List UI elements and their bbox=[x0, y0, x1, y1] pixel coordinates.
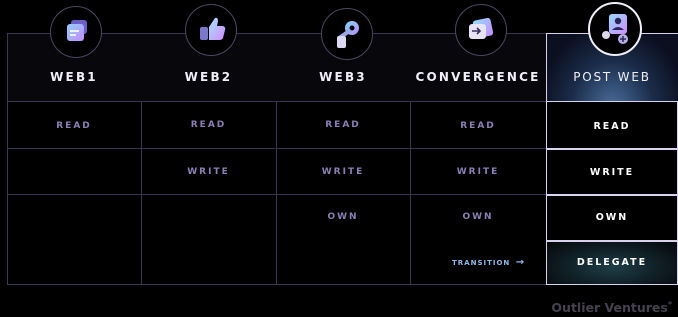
post-web-delegate-label: DELEGATE bbox=[576, 257, 648, 268]
arrow-right-icon: → bbox=[515, 257, 526, 268]
post-web-write-label: WRITE bbox=[589, 167, 635, 178]
header-post-web: POST WEB bbox=[573, 70, 651, 84]
transition-indicator: TRANSITION → bbox=[452, 257, 525, 268]
header-web1: WEB1 bbox=[50, 70, 98, 84]
web2-read-label: READ bbox=[190, 120, 227, 130]
stacked-cards-icon bbox=[50, 6, 102, 58]
convergence-own-label: OWN bbox=[462, 212, 494, 222]
web1-read-label: READ bbox=[56, 121, 92, 131]
transition-label: TRANSITION bbox=[452, 259, 511, 267]
web3-read-label: READ bbox=[325, 120, 361, 130]
post-web-own-label: OWN bbox=[595, 212, 629, 223]
brand-name: Outlier Ventures bbox=[551, 300, 668, 315]
header-convergence: CONVERGENCE bbox=[415, 70, 541, 84]
post-web-read-label: READ bbox=[593, 121, 631, 132]
brand-mark: * bbox=[667, 300, 672, 309]
arrow-card-icon bbox=[455, 4, 507, 56]
thumbs-up-icon bbox=[185, 4, 237, 56]
convergence-read-label: READ bbox=[460, 121, 496, 131]
web2-write-label: WRITE bbox=[187, 167, 230, 177]
header-web3: WEB3 bbox=[319, 70, 367, 84]
key-icon bbox=[321, 8, 373, 60]
header-web2: WEB2 bbox=[184, 70, 233, 84]
user-group-icon bbox=[588, 2, 642, 56]
brand-logo: Outlier Ventures* bbox=[551, 300, 672, 315]
web3-write-label: WRITE bbox=[321, 167, 365, 177]
convergence-write-label: WRITE bbox=[456, 167, 500, 177]
evolution-table: WEB1 WEB2 WEB3 CONVERGENCE POST WEB READ… bbox=[0, 0, 678, 317]
web3-own-label: OWN bbox=[327, 212, 359, 222]
